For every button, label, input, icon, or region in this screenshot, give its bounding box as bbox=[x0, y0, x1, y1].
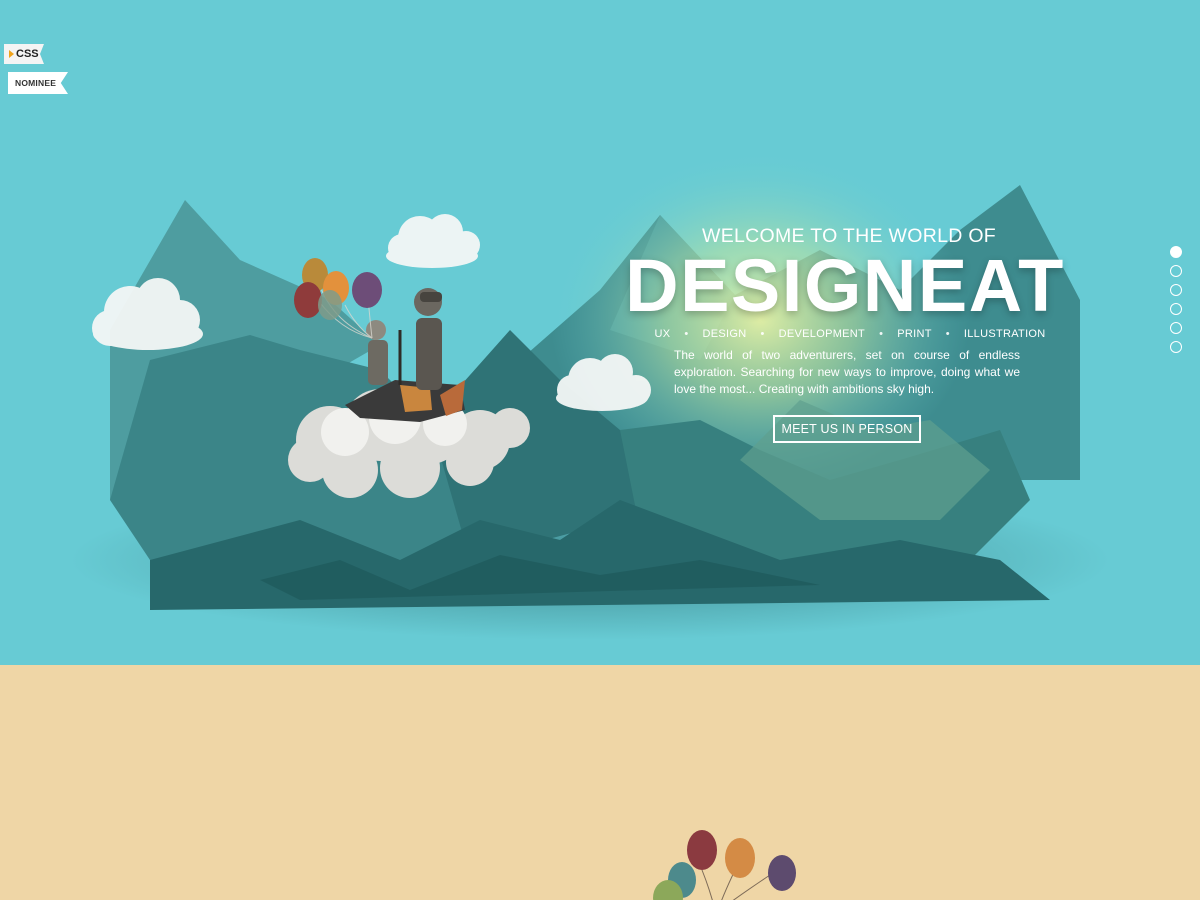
section-nav-dots bbox=[1170, 246, 1182, 360]
badge-nominee-label: NOMINEE bbox=[15, 78, 57, 88]
hero-brand-title: DESIGNEAT bbox=[625, 244, 1065, 327]
separator-dot: • bbox=[760, 328, 765, 340]
hero-content: WELCOME TO THE WORLD OF DESIGNEAT UX • D… bbox=[620, 225, 1070, 443]
service-design: DESIGN bbox=[702, 328, 747, 340]
nav-dot-4[interactable] bbox=[1170, 303, 1182, 315]
service-development: DEVELOPMENT bbox=[778, 328, 866, 340]
sand-section bbox=[0, 665, 1200, 900]
service-illustration: ILLUSTRATION bbox=[963, 328, 1046, 340]
services-list: UX • DESIGN • DEVELOPMENT • PRINT • ILLU… bbox=[630, 328, 1070, 340]
nav-dot-3[interactable] bbox=[1170, 284, 1182, 296]
css-award-badge[interactable]: CSS bbox=[4, 44, 44, 64]
nav-dot-5[interactable] bbox=[1170, 322, 1182, 334]
css-award-icon bbox=[9, 50, 14, 58]
separator-dot: • bbox=[879, 328, 884, 340]
separator-dot: • bbox=[684, 328, 689, 340]
cloud-top bbox=[386, 214, 480, 268]
service-print: PRINT bbox=[897, 328, 932, 340]
nav-dot-6[interactable] bbox=[1170, 341, 1182, 353]
nav-dot-2[interactable] bbox=[1170, 265, 1182, 277]
service-ux: UX bbox=[654, 328, 671, 340]
badge-css-label: CSS bbox=[16, 48, 39, 60]
nominee-ribbon[interactable]: NOMINEE bbox=[8, 72, 68, 94]
hero-description: The world of two adventurers, set on cou… bbox=[674, 348, 1020, 396]
nav-dot-1[interactable] bbox=[1170, 246, 1182, 258]
separator-dot: • bbox=[945, 328, 950, 340]
meet-us-button[interactable]: MEET US IN PERSON bbox=[773, 415, 921, 443]
balloon-bunch-illustration bbox=[653, 830, 796, 900]
